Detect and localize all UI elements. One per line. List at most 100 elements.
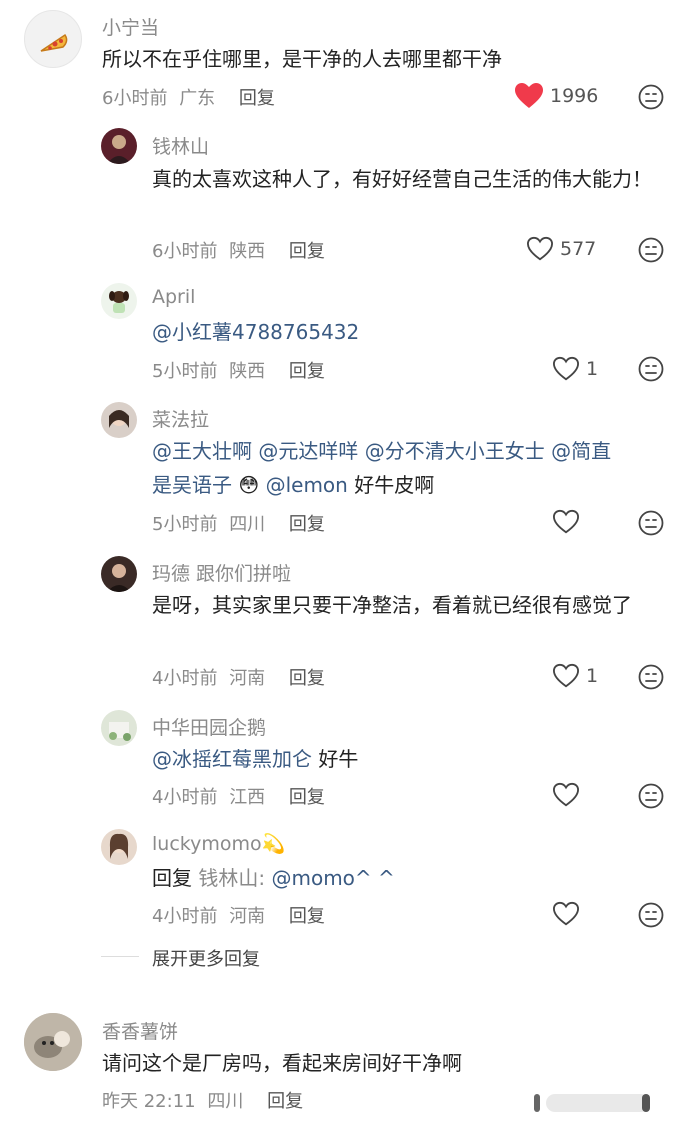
comment-text: 请问这个是厂房吗，看起来房间好干净啊 [102, 1051, 462, 1075]
comment-location: 四川 [207, 1091, 244, 1112]
reply-text: 回复 钱林山: @momo^ ^ [152, 861, 662, 895]
garden-avatar-icon [109, 722, 131, 741]
like-button[interactable]: 1 [552, 356, 598, 382]
mention-link[interactable]: @lemon [266, 473, 348, 497]
avatar[interactable] [24, 10, 82, 68]
reply-prefix: 回复 [152, 866, 192, 890]
reply-username[interactable]: luckymomo💫 [152, 832, 285, 855]
reply-username[interactable]: April [152, 286, 195, 308]
like-button[interactable]: 1 [552, 663, 598, 689]
reply-button[interactable]: 回复 [289, 906, 325, 927]
dizzy-emoji-icon: 💫 [261, 833, 286, 855]
reply-location: 四川 [229, 514, 266, 535]
reply-time: 6小时前 [152, 241, 218, 262]
dislike-icon[interactable] [638, 356, 664, 382]
reply-username[interactable]: 菜法拉 [152, 405, 209, 432]
mention-link[interactable]: @冰摇红莓黑加仑 [152, 747, 312, 771]
avatar[interactable] [101, 710, 137, 746]
reply-username[interactable]: 中华田园企鹅 [152, 713, 266, 740]
heart-outline-icon [552, 663, 580, 688]
person-avatar-icon [107, 135, 131, 164]
reply-time: 5小时前 [152, 514, 218, 535]
reply-meta: 6小时前 陕西 回复 [152, 237, 325, 263]
reply-text: @王大壮啊 @元达咩咩 @分不清大小王女士 @简直 是吴语子 😳 @lemon … [152, 434, 672, 502]
reply-button[interactable]: 回复 [239, 88, 275, 109]
reply-button[interactable]: 回复 [289, 361, 325, 382]
like-button[interactable] [552, 901, 586, 927]
reply-button[interactable]: 回复 [289, 241, 325, 262]
reply-meta: 4小时前 河南 回复 [152, 902, 325, 928]
reply-meta: 5小时前 四川 回复 [152, 510, 325, 536]
avatar[interactable] [101, 402, 137, 438]
dog-avatar-icon [109, 291, 129, 313]
expand-divider [101, 956, 139, 957]
comment-meta: 6小时前 广东 回复 [102, 84, 275, 110]
reply-text-tail: 好牛 [318, 747, 359, 771]
comment-time: 6小时前 [102, 88, 168, 109]
dislike-icon[interactable] [638, 510, 664, 536]
reply-username[interactable]: 钱林山 [152, 132, 209, 159]
mention-link[interactable]: @小红薯4788765432 [152, 320, 359, 344]
comment-location: 广东 [179, 88, 216, 109]
like-count: 1 [586, 358, 599, 380]
like-button[interactable] [552, 509, 586, 535]
cat-avatar-icon [24, 1013, 82, 1071]
mention-link[interactable]: @王大壮啊 [152, 439, 252, 463]
comment-username[interactable]: 香香薯饼 [102, 1017, 178, 1044]
comment-text: 所以不在乎住哪里，是干净的人去哪里都干净 [102, 47, 502, 71]
heart-outline-icon [552, 356, 580, 381]
scroll-handle-icon [534, 1094, 650, 1112]
flushed-emoji-icon: 😳 [238, 473, 260, 497]
mention-link[interactable]: @简直 [551, 439, 611, 463]
heart-filled-icon [515, 83, 543, 108]
avatar[interactable] [24, 1013, 82, 1071]
avatar[interactable] [101, 283, 137, 319]
reply-button[interactable]: 回复 [289, 668, 325, 689]
reply-time: 4小时前 [152, 668, 218, 689]
reply-button[interactable]: 回复 [289, 514, 325, 535]
mention-link[interactable]: 是吴语子 [152, 473, 232, 497]
like-button[interactable]: 577 [526, 236, 596, 262]
comment-time: 昨天 22:11 [102, 1091, 196, 1112]
reply-username-text: luckymomo [152, 833, 262, 855]
reply-button[interactable]: 回复 [267, 1091, 303, 1112]
avatar[interactable] [101, 128, 137, 164]
comment-username[interactable]: 小宁当 [102, 13, 159, 40]
heart-outline-icon [552, 782, 580, 807]
like-count: 1 [586, 665, 599, 687]
scroll-indicator [532, 1092, 662, 1114]
reply-to-user[interactable]: 钱林山: [198, 866, 265, 890]
dislike-icon[interactable] [638, 664, 664, 690]
mention-link[interactable]: @momo^ ^ [271, 866, 394, 890]
mention-link[interactable]: @分不清大小王女士 [365, 439, 545, 463]
reply-location: 陕西 [229, 241, 266, 262]
person-avatar-icon [109, 410, 129, 428]
reply-button[interactable]: 回复 [289, 787, 325, 808]
reply-time: 5小时前 [152, 361, 218, 382]
dislike-icon[interactable] [638, 783, 664, 809]
reply-meta: 5小时前 陕西 回复 [152, 357, 325, 383]
heart-outline-icon [526, 236, 554, 261]
person-avatar-icon [107, 564, 131, 592]
mention-link[interactable]: @元达咩咩 [258, 439, 358, 463]
reply-location: 陕西 [229, 361, 266, 382]
person-avatar-icon [109, 833, 129, 859]
like-count: 577 [560, 238, 597, 260]
avatar[interactable] [101, 556, 137, 592]
expand-more-replies[interactable]: 展开更多回复 [152, 945, 260, 971]
reply-text: @小红薯4788765432 [152, 315, 662, 349]
dislike-icon[interactable] [638, 902, 664, 928]
avatar[interactable] [101, 829, 137, 865]
dislike-icon[interactable] [638, 237, 664, 263]
heart-outline-icon [552, 509, 580, 534]
comment-meta: 昨天 22:11 四川 回复 [102, 1087, 303, 1113]
pizza-icon [40, 33, 68, 52]
dislike-icon[interactable] [638, 84, 664, 110]
like-button[interactable]: 1996 [514, 82, 598, 110]
like-button[interactable] [552, 782, 586, 808]
reply-meta: 4小时前 江西 回复 [152, 783, 325, 809]
reply-username[interactable]: 玛德 跟你们拼啦 [152, 559, 291, 586]
reply-text: 是呀，其实家里只要干净整洁，看着就已经很有感觉了 [152, 593, 632, 617]
reply-location: 河南 [229, 668, 266, 689]
like-count: 1996 [550, 85, 599, 107]
